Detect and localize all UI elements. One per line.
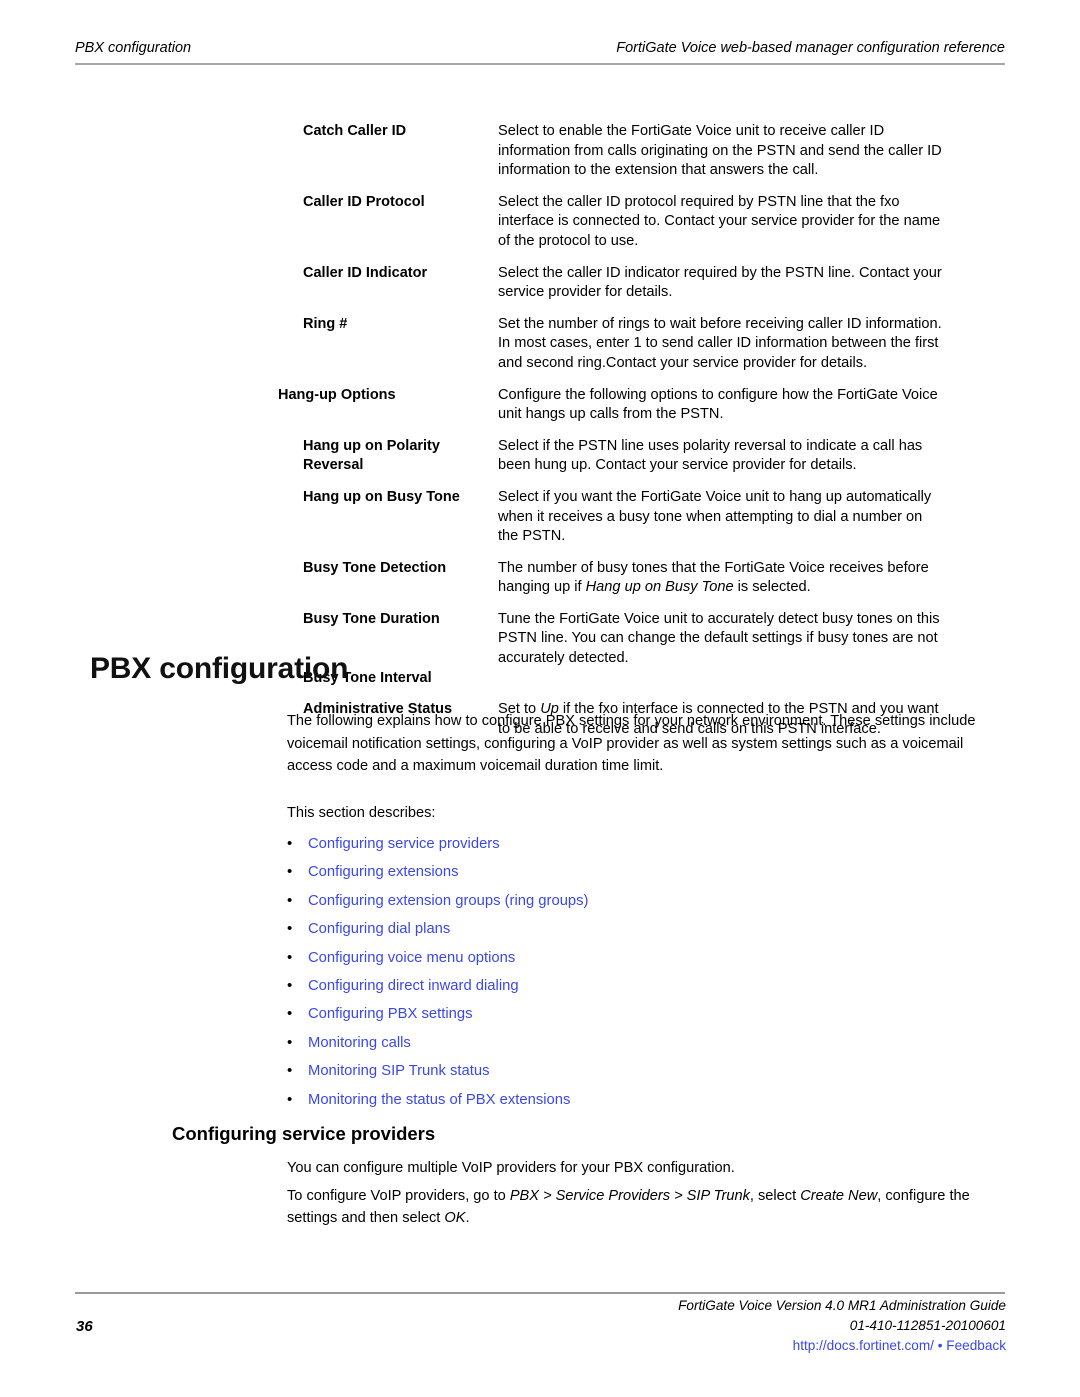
section-heading-configuring-service-providers: Configuring service providers [172,1123,436,1144]
table-row: Busy Tone Detection The number of busy t… [0,559,1080,598]
list-item[interactable]: • Configuring service providers [287,830,987,858]
table-row: Hang-up Options Configure the following … [0,386,1080,425]
bullet-icon: • [287,835,293,852]
table-row: Hang up on Polarity Reversal Select if t… [0,437,1080,476]
description-caller-id-indicator: Select the caller ID indicator required … [498,264,942,301]
link-configuring-voice-menu-options[interactable]: Configuring voice menu options [308,944,515,972]
bullet-icon: • [287,863,293,881]
table-row: Ring # Set the number of rings to wait b… [0,315,1080,374]
description-hang-up-on-busy-tone: Select if you want the FortiGate Voice u… [498,488,932,545]
goto-menu-path: PBX > Service Providers > SIP Trunk [509,1188,750,1204]
table-row: Caller ID Indicator Select the caller ID… [0,264,1080,303]
footer-divider [75,1292,1005,1294]
link-monitoring-sip-trunk-status[interactable]: Monitoring SIP Trunk status [308,1057,490,1085]
term-busy-tone-detection: Busy Tone Detection [303,559,447,576]
footer-link-separator: • [937,1338,943,1353]
description-ring-number: Set the number of rings to wait before r… [498,315,942,371]
bullet-icon: • [287,1033,293,1051]
term-hang-up-on-busy-tone: Hang up on Busy Tone [303,488,460,505]
bullet-icon: • [287,976,293,994]
link-monitoring-status-of-pbx-extensions[interactable]: Monitoring the status of PBX extensions [308,1086,570,1114]
cross-reference-list: • Configuring service providers • Config… [287,830,987,1114]
footer-links: http://docs.fortinet.com/ • Feedback [678,1336,1006,1356]
bullet-icon: • [287,920,293,938]
link-configuring-extensions[interactable]: Configuring extensions [308,858,459,886]
table-row: Catch Caller ID Select to enable the For… [0,122,1080,181]
bullet-icon: • [287,948,293,966]
intro-paragraph: The following explains how to configure … [287,713,976,774]
description-busy-tone-duration: Tune the FortiGate Voice unit to accurat… [498,610,940,667]
list-item[interactable]: • Configuring extensions [287,858,987,886]
bullet-icon: • [287,1005,293,1023]
description-hang-up-on-polarity-reversal: Select if the PSTN line uses polarity re… [498,437,923,474]
section-paragraph-navigation-path: To configure VoIP providers, go to PBX >… [287,1186,987,1229]
link-feedback[interactable]: Feedback [946,1338,1006,1353]
link-docs-fortinet[interactable]: http://docs.fortinet.com/ [793,1338,934,1353]
link-configuring-pbx-settings[interactable]: Configuring PBX settings [308,1000,473,1028]
header-right-title: FortiGate Voice web-based manager config… [616,40,1005,56]
bullet-icon: • [287,1062,293,1080]
description-catch-caller-id: Select to enable the FortiGate Voice uni… [498,123,942,179]
bullet-icon: • [287,891,293,909]
description-busy-tone-detection: The number of busy tones that the FortiG… [498,559,1014,598]
term-ring-number: Ring # [303,315,348,332]
term-caller-id-protocol: Caller ID Protocol [303,193,425,210]
section-describes-label: This section describes: [287,805,436,821]
description-emphasis: Hang up on Busy Tone [585,579,734,596]
section-paragraph-multiple-providers: You can configure multiple VoIP provider… [287,1160,735,1176]
description-caller-id-protocol: Select the caller ID protocol required b… [498,193,941,249]
link-configuring-dial-plans[interactable]: Configuring dial plans [308,915,450,943]
goto-text-pre: To configure VoIP providers, go to [287,1188,510,1204]
list-item[interactable]: • Configuring PBX settings [287,1000,987,1028]
description-text-post: is selected. [733,579,811,596]
goto-text-mid: , select [749,1188,801,1204]
list-item[interactable]: • Monitoring SIP Trunk status [287,1057,987,1085]
list-item[interactable]: • Monitoring the status of PBX extension… [287,1086,987,1114]
term-busy-tone-duration: Busy Tone Duration [303,610,440,627]
goto-text-post: . [465,1209,470,1226]
table-row: Hang up on Busy Tone Select if you want … [0,488,1080,547]
description-hang-up-options: Configure the following options to confi… [498,386,938,423]
list-item[interactable]: • Configuring dial plans [287,915,987,943]
term-hang-up-on-polarity-reversal: Hang up on Polarity Reversal [303,437,440,474]
page-title: PBX configuration [90,652,349,685]
link-configuring-service-providers[interactable]: Configuring service providers [308,830,500,858]
footer-metadata: FortiGate Voice Version 4.0 MR1 Administ… [678,1296,1006,1356]
term-catch-caller-id: Catch Caller ID [303,123,407,139]
link-monitoring-calls[interactable]: Monitoring calls [308,1029,411,1057]
link-configuring-direct-inward-dialing[interactable]: Configuring direct inward dialing [308,972,519,1000]
term-caller-id-indicator: Caller ID Indicator [303,264,428,281]
header-divider [75,63,1005,65]
footer-guide-title: FortiGate Voice Version 4.0 MR1 Administ… [678,1298,1006,1313]
goto-create-new: Create New [800,1188,878,1204]
list-item[interactable]: • Monitoring calls [287,1029,987,1057]
footer-document-id: 01-410-112851-20100601 [849,1317,1006,1333]
bullet-icon: • [287,1090,293,1108]
header-left-title: PBX configuration [75,40,192,56]
term-hang-up-options: Hang-up Options [278,386,396,403]
goto-ok: OK [444,1209,466,1226]
page-number: 36 [76,1318,93,1335]
list-item[interactable]: • Configuring extension groups (ring gro… [287,887,987,915]
list-item[interactable]: • Configuring direct inward dialing [287,972,987,1000]
list-item[interactable]: • Configuring voice menu options [287,944,987,972]
document-page: PBX configuration FortiGate Voice web-ba… [0,0,1080,1397]
table-row: Caller ID Protocol Select the caller ID … [0,193,1080,252]
running-header: PBX configuration FortiGate Voice web-ba… [75,40,1005,56]
link-configuring-extension-groups[interactable]: Configuring extension groups (ring group… [308,887,588,915]
